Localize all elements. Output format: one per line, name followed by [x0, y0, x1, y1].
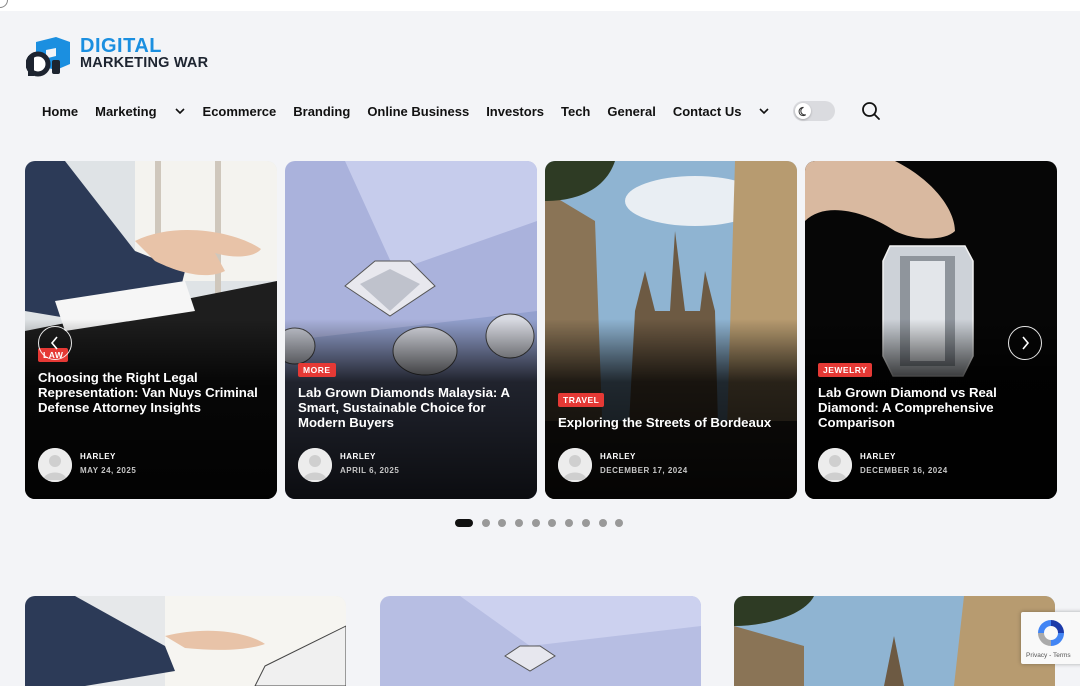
chevron-right-icon: [1022, 336, 1030, 350]
card-image: [380, 596, 701, 686]
nav-tech[interactable]: Tech: [561, 104, 590, 119]
chevron-down-icon[interactable]: [174, 105, 186, 117]
featured-slide[interactable]: MORE Lab Grown Diamonds Malaysia: A Smar…: [285, 161, 537, 499]
pagination-dot[interactable]: [548, 519, 557, 527]
post-date: MAY 24, 2025: [80, 466, 137, 475]
post-date: DECEMBER 16, 2024: [860, 466, 948, 475]
author-avatar[interactable]: [558, 448, 592, 482]
featured-slide[interactable]: TRAVEL Exploring the Streets of Bordeaux…: [545, 161, 797, 499]
user-icon: [818, 448, 852, 482]
logo-text-marketing-war: MARKETING WAR: [80, 55, 209, 71]
author-name[interactable]: HARLEY: [860, 452, 896, 461]
pagination-dot[interactable]: [498, 519, 507, 527]
main-nav: Home Marketing Ecommerce Branding Online…: [42, 98, 881, 124]
category-badge[interactable]: MORE: [298, 363, 336, 377]
author-avatar[interactable]: [818, 448, 852, 482]
nav-general[interactable]: General: [607, 104, 655, 119]
category-badge[interactable]: TRAVEL: [558, 393, 605, 407]
search-icon[interactable]: [861, 101, 881, 121]
card-image: [25, 596, 346, 686]
card-image: [734, 596, 1055, 686]
author-name[interactable]: HARLEY: [80, 452, 116, 461]
recaptcha-logo-icon: [1038, 620, 1064, 646]
nav-contact-us[interactable]: Contact Us: [673, 104, 742, 119]
author-name[interactable]: HARLEY: [340, 452, 376, 461]
post-date: APRIL 6, 2025: [340, 466, 400, 475]
category-badge[interactable]: JEWELRY: [818, 363, 873, 377]
nav-home[interactable]: Home: [42, 104, 78, 119]
slide-title[interactable]: Lab Grown Diamonds Malaysia: A Smart, Su…: [298, 385, 526, 430]
post-card-image[interactable]: [25, 596, 346, 686]
user-icon: [558, 448, 592, 482]
logo-mark-icon: [26, 37, 70, 77]
post-card-image[interactable]: [734, 596, 1055, 686]
author-avatar[interactable]: [298, 448, 332, 482]
nav-branding[interactable]: Branding: [293, 104, 350, 119]
pagination-dot[interactable]: [598, 519, 607, 527]
top-bar: [0, 0, 1080, 11]
nav-investors[interactable]: Investors: [486, 104, 544, 119]
slide-title[interactable]: Exploring the Streets of Bordeaux: [558, 415, 786, 430]
user-icon: [38, 448, 72, 482]
site-logo[interactable]: DIGITAL MARKETING WAR: [26, 34, 226, 80]
slider-next-button[interactable]: [1008, 326, 1042, 360]
slider-pagination: [455, 519, 632, 527]
dark-mode-toggle[interactable]: [793, 101, 836, 121]
post-card-image[interactable]: [380, 596, 701, 686]
pagination-dot[interactable]: [531, 519, 540, 527]
user-icon: [298, 448, 332, 482]
slider-prev-button[interactable]: [38, 326, 72, 360]
pagination-dot[interactable]: [565, 519, 574, 527]
nav-online-business[interactable]: Online Business: [367, 104, 469, 119]
chevron-down-icon[interactable]: [758, 105, 770, 117]
toggle-knob: [795, 103, 812, 119]
slide-title[interactable]: Lab Grown Diamond vs Real Diamond: A Com…: [818, 385, 1046, 430]
recaptcha-badge[interactable]: Privacy - Terms: [1021, 612, 1080, 664]
nav-ecommerce[interactable]: Ecommerce: [203, 104, 277, 119]
pagination-dot-active[interactable]: [455, 519, 473, 527]
pagination-dot[interactable]: [515, 519, 524, 527]
pagination-dot[interactable]: [581, 519, 590, 527]
recaptcha-links[interactable]: Privacy - Terms: [1026, 652, 1071, 659]
nav-marketing[interactable]: Marketing: [95, 104, 156, 119]
moon-icon: [798, 106, 807, 116]
author-name[interactable]: HARLEY: [600, 452, 636, 461]
pagination-dot[interactable]: [615, 519, 624, 527]
chevron-left-icon: [50, 336, 58, 350]
post-date: DECEMBER 17, 2024: [600, 466, 688, 475]
pagination-dot[interactable]: [481, 519, 490, 527]
author-avatar[interactable]: [38, 448, 72, 482]
slide-title[interactable]: Choosing the Right Legal Representation:…: [38, 370, 266, 415]
